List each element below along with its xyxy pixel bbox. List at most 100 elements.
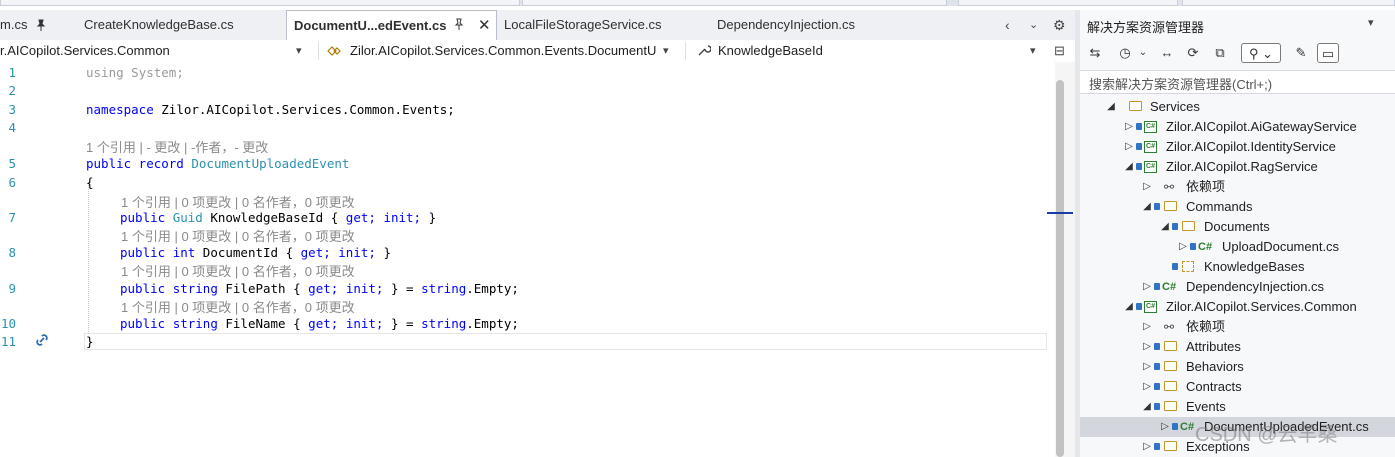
expanded-arrow-icon[interactable]: ◢	[1124, 297, 1134, 317]
tab-dependency-injection[interactable]: DependencyInjection.cs	[717, 10, 897, 40]
current-line-highlight	[84, 333, 1047, 350]
collapsed-arrow-icon[interactable]: ▷	[1124, 137, 1134, 157]
tree-node-folder[interactable]: ▷ Behaviors	[1142, 357, 1395, 377]
gear-icon[interactable]: ⚙	[1053, 10, 1066, 40]
folder-icon	[1164, 381, 1177, 391]
keyword: init;	[338, 245, 376, 260]
close-icon[interactable]: ✕	[478, 11, 491, 41]
tree-node-dependencies[interactable]: ▷ ⚯ 依赖项	[1142, 177, 1395, 197]
history-icon[interactable]: ◷	[1116, 43, 1134, 63]
tree-node-project[interactable]: ▷ C# Zilor.AICopilot.IdentityService	[1124, 137, 1395, 157]
top-strip-segment	[522, 0, 947, 6]
collapsed-arrow-icon[interactable]: ▷	[1142, 377, 1152, 397]
lock-icon	[1136, 143, 1142, 150]
code-editor[interactable]: 1 2 3 4 5 6 7 8 9 10 11 using System; na…	[0, 62, 1055, 457]
member-dropdown[interactable]: KnowledgeBaseId	[718, 41, 1018, 61]
brace: {	[86, 175, 94, 190]
link-icon[interactable]	[34, 332, 50, 351]
tab-local-file-storage-service[interactable]: LocalFileStorageService.cs	[504, 10, 704, 40]
solution-search-box[interactable]: 搜索解决方案资源管理器(Ctrl+;)	[1080, 70, 1395, 94]
keyword: public	[120, 281, 166, 296]
codelens-property[interactable]: 1 个引用 | 0 项更改 | 0 名作者，0 项更改	[121, 261, 355, 280]
chevron-down-icon[interactable]: ▾	[1030, 41, 1036, 61]
excluded-folder-icon	[1182, 261, 1194, 272]
pin-icon[interactable]	[35, 19, 47, 34]
chevron-left-icon[interactable]: ‹	[1005, 10, 1010, 40]
expanded-arrow-icon[interactable]: ◢	[1124, 157, 1134, 177]
solution-explorer-title: 解决方案资源管理器	[1087, 20, 1205, 35]
collapsed-arrow-icon[interactable]: ▷	[1142, 337, 1152, 357]
chevron-down-icon[interactable]: ▾	[1368, 16, 1374, 29]
chevron-down-icon[interactable]: ⌄	[1029, 10, 1038, 40]
editor-tab-bar: m.cs CreateKnowledgeBase.cs DocumentU...…	[0, 10, 1075, 41]
chevron-down-icon[interactable]: ▾	[663, 41, 669, 61]
split-editor-icon[interactable]: ⊟	[1054, 41, 1065, 61]
preview-toggle-button[interactable]: ▭	[1317, 43, 1339, 63]
tab-document-uploaded-event[interactable]: DocumentU...edEvent.cs ✕	[286, 10, 497, 41]
tree-node-label: Zilor.AICopilot.RagService	[1166, 159, 1318, 174]
codelens-property[interactable]: 1 个引用 | 0 项更改 | 0 名作者，0 项更改	[121, 297, 355, 316]
codelens-type[interactable]: 1 个引用 | - 更改 | -作者，- 更改	[86, 137, 268, 156]
tree-node-dependencies[interactable]: ▷ ⚯ 依赖项	[1142, 317, 1395, 337]
navigation-bar: r.AICopilot.Services.Common ▾ Zilor.AICo…	[0, 40, 1075, 63]
tree-node-project[interactable]: ◢ C# Zilor.AICopilot.RagService	[1124, 157, 1395, 177]
collapsed-arrow-icon[interactable]: ▷	[1142, 357, 1152, 377]
collapsed-arrow-icon[interactable]: ▷	[1142, 317, 1152, 337]
tree-node-file[interactable]: ▷ C# UploadDocument.cs	[1178, 237, 1395, 257]
watermark: CSDN @云羊桑	[1195, 424, 1338, 446]
tree-node-folder[interactable]: ▷ Contracts	[1142, 377, 1395, 397]
tree-node-services[interactable]: ◢ Services	[1106, 97, 1395, 117]
tree-node-file[interactable]: ▷ C# DependencyInjection.cs	[1142, 277, 1395, 297]
lock-icon	[1172, 263, 1178, 270]
pin-icon[interactable]	[453, 11, 465, 41]
tab-m-cs[interactable]: m.cs	[0, 10, 30, 40]
tree-node-label: Zilor.AICopilot.Services.Common	[1166, 299, 1357, 314]
type-dropdown-value: Zilor.AICopilot.Services.Common.Events.D…	[350, 43, 657, 58]
scrollbar-thumb[interactable]	[1056, 80, 1064, 457]
collapsed-arrow-icon[interactable]: ▷	[1124, 117, 1134, 137]
line-number: 3	[8, 102, 16, 117]
tree-node-folder[interactable]: ◢ Documents	[1160, 217, 1395, 237]
expanded-arrow-icon[interactable]: ◢	[1142, 197, 1152, 217]
collapsed-arrow-icon[interactable]: ▷	[1142, 177, 1152, 197]
csharp-project-icon: C#	[1144, 121, 1157, 133]
codelens-property[interactable]: 1 个引用 | 0 项更改 | 0 名作者，0 项更改	[121, 226, 355, 245]
codelens-property[interactable]: 1 个引用 | 0 项更改 | 0 名作者，0 项更改	[121, 192, 355, 211]
folder-icon	[1182, 221, 1195, 231]
top-strip-segment	[0, 0, 520, 6]
back-forward-icon[interactable]: ↔	[1158, 43, 1176, 63]
tree-node-folder[interactable]: KnowledgeBases	[1160, 257, 1395, 277]
tree-node-folder[interactable]: ◢ Commands	[1142, 197, 1395, 217]
lock-icon	[1154, 403, 1160, 410]
wrench-icon[interactable]: ✎	[1292, 43, 1310, 63]
sync-view-icon[interactable]: ⇆	[1086, 43, 1104, 63]
project-dropdown[interactable]: r.AICopilot.Services.Common	[0, 41, 290, 61]
tree-node-project[interactable]: ◢ C# Zilor.AICopilot.Services.Common	[1124, 297, 1395, 317]
expanded-arrow-icon[interactable]: ◢	[1142, 397, 1152, 417]
expanded-arrow-icon[interactable]: ◢	[1106, 97, 1116, 117]
collapse-all-icon[interactable]: ⧉	[1211, 43, 1229, 63]
chevron-down-icon[interactable]: ⌄	[1136, 43, 1150, 63]
csharp-file-icon: C#	[1198, 241, 1213, 253]
folder-icon	[1164, 401, 1177, 411]
keyword: init;	[345, 316, 384, 331]
tree-node-project[interactable]: ▷ C# Zilor.AICopilot.AiGatewayService	[1124, 117, 1395, 137]
expanded-arrow-icon[interactable]: ◢	[1160, 217, 1170, 237]
line-number: 6	[8, 175, 16, 190]
search-input[interactable]: 搜索解决方案资源管理器(Ctrl+;)	[1089, 74, 1272, 93]
lock-icon	[1154, 203, 1160, 210]
lock-icon	[1172, 223, 1178, 230]
refresh-icon[interactable]: ⟳	[1184, 43, 1202, 63]
filter-toggle-button[interactable]: ⚲ ⌄	[1241, 43, 1281, 63]
collapsed-arrow-icon[interactable]: ▷	[1142, 277, 1152, 297]
type-dropdown[interactable]: Zilor.AICopilot.Services.Common.Events.D…	[350, 41, 657, 61]
collapsed-arrow-icon[interactable]: ▷	[1142, 437, 1152, 457]
tree-node-folder[interactable]: ▷ Attributes	[1142, 337, 1395, 357]
collapsed-arrow-icon[interactable]: ▷	[1178, 237, 1188, 257]
chevron-down-icon[interactable]: ▾	[296, 41, 302, 61]
tree-node-folder[interactable]: ◢ Events	[1142, 397, 1395, 417]
dependencies-icon: ⚯	[1164, 320, 1175, 334]
tab-create-knowledge-base[interactable]: CreateKnowledgeBase.cs	[84, 10, 274, 40]
collapsed-arrow-icon[interactable]: ▷	[1160, 417, 1170, 437]
project-dropdown-value: r.AICopilot.Services.Common	[0, 43, 170, 58]
